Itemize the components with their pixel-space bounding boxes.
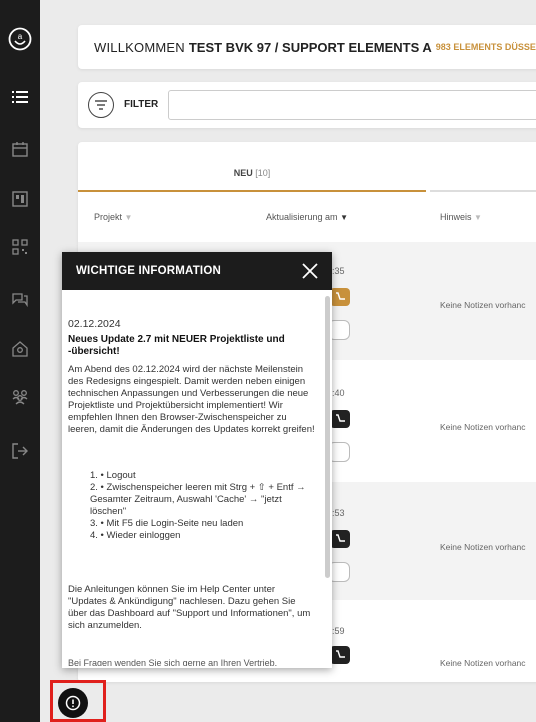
tab-neu-count: [10] bbox=[255, 168, 271, 178]
list-item: 3. • Mit F5 die Login-Seite neu laden bbox=[90, 518, 244, 529]
calendar-icon[interactable] bbox=[0, 134, 40, 164]
tab-neu[interactable]: NEU [10] bbox=[78, 168, 426, 178]
popup-title: WICHTIGE INFORMATION bbox=[76, 265, 221, 277]
column-header-note[interactable]: Hinweis ▼ bbox=[440, 212, 482, 222]
tab-neu-label: NEU bbox=[233, 168, 253, 178]
logout-icon[interactable] bbox=[0, 436, 40, 466]
list-icon[interactable] bbox=[0, 82, 40, 112]
chat-icon[interactable] bbox=[0, 284, 40, 314]
popup-date: 02.12.2024 bbox=[68, 318, 121, 330]
app-logo-icon[interactable]: a bbox=[0, 24, 40, 54]
popup-cut-text: Bei Fragen wenden Sie sich gerne an Ihre… bbox=[68, 658, 278, 666]
close-icon[interactable] bbox=[300, 261, 320, 281]
popup-steps: 1. • Logout 2. • Zwischenspeicher leeren… bbox=[90, 470, 318, 542]
row-time: :59 bbox=[332, 626, 345, 636]
welcome-company: 983 ELEMENTS DÜSSELDORF bbox=[435, 42, 536, 52]
column-note-label: Hinweis bbox=[440, 212, 472, 222]
tab-divider bbox=[430, 190, 536, 192]
list-item: 4. • Wieder einloggen bbox=[90, 530, 181, 541]
filter-input[interactable] bbox=[168, 90, 536, 120]
cart-icon[interactable] bbox=[330, 410, 350, 428]
sort-arrow-icon: ▼ bbox=[474, 213, 482, 222]
welcome-prefix: WILLKOMMEN bbox=[94, 39, 185, 55]
users-icon[interactable] bbox=[0, 382, 40, 412]
popup-scrollbar[interactable] bbox=[325, 296, 330, 578]
column-updated-label: Aktualisierung am bbox=[266, 212, 338, 222]
list-item: 1. • Logout bbox=[90, 470, 136, 481]
row-note: Keine Notizen vorhanc bbox=[440, 422, 526, 432]
column-project-label: Projekt bbox=[94, 212, 123, 222]
popup-header: WICHTIGE INFORMATION bbox=[62, 252, 332, 290]
sort-arrow-icon: ▼ bbox=[340, 213, 348, 222]
info-button[interactable] bbox=[58, 688, 88, 718]
column-header-project[interactable]: Projekt ▼ bbox=[94, 212, 132, 222]
dashboard-icon[interactable] bbox=[0, 184, 40, 214]
filter-label: FILTER bbox=[124, 99, 159, 110]
row-note: Keine Notizen vorhanc bbox=[440, 300, 526, 310]
filter-icon bbox=[95, 100, 107, 110]
row-note: Keine Notizen vorhanc bbox=[440, 542, 526, 552]
list-item: 2. • Zwischenspeicher leeren mit Strg + … bbox=[90, 482, 306, 517]
filter-toggle-button[interactable] bbox=[88, 92, 114, 118]
row-time: :35 bbox=[332, 266, 345, 276]
tab-active-indicator bbox=[78, 190, 426, 192]
cart-icon[interactable] bbox=[330, 288, 350, 306]
svg-text:a: a bbox=[18, 32, 23, 41]
cart-icon[interactable] bbox=[330, 530, 350, 548]
popup-help-text: Die Anleitungen können Sie im Help Cente… bbox=[68, 584, 311, 631]
column-header-updated[interactable]: Aktualisierung am ▼ bbox=[266, 212, 348, 222]
row-time: :53 bbox=[332, 508, 345, 518]
filter-bar: FILTER bbox=[78, 82, 536, 128]
row-note: Keine Notizen vorhanc bbox=[440, 658, 526, 668]
popup-headline: Neues Update 2.7 mit NEUER Projektliste … bbox=[68, 334, 285, 357]
sidebar: a bbox=[0, 0, 40, 722]
alert-icon bbox=[65, 695, 81, 711]
popup-body: 02.12.2024 Neues Update 2.7 mit NEUER Pr… bbox=[68, 298, 318, 668]
sort-arrow-icon: ▼ bbox=[124, 213, 133, 222]
inbox-icon[interactable] bbox=[0, 334, 40, 364]
popup-intro: Am Abend des 02.12.2024 wird der nächste… bbox=[68, 364, 315, 435]
welcome-user: TEST BVK 97 / SUPPORT ELEMENTS A bbox=[188, 39, 432, 55]
info-popup: WICHTIGE INFORMATION 02.12.2024 Neues Up… bbox=[62, 252, 332, 668]
cart-icon[interactable] bbox=[330, 646, 350, 664]
welcome-bar: WILLKOMMEN TEST BVK 97 / SUPPORT ELEMENT… bbox=[78, 25, 536, 69]
row-time: :40 bbox=[332, 388, 345, 398]
qr-code-icon[interactable] bbox=[0, 232, 40, 262]
